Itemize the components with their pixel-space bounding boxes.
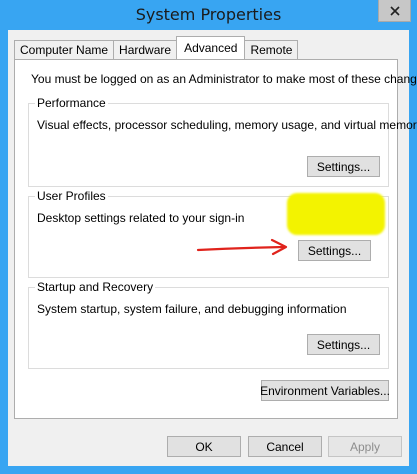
startup-recovery-label: Startup and Recovery <box>35 280 156 294</box>
performance-label: Performance <box>35 96 108 110</box>
tab-remote[interactable]: Remote <box>244 40 299 59</box>
apply-button[interactable]: Apply <box>328 436 402 457</box>
close-button[interactable] <box>378 0 411 22</box>
yellow-highlight-annotation <box>287 193 385 235</box>
window-title: System Properties <box>135 5 282 24</box>
title-bar[interactable]: System Properties <box>0 0 417 30</box>
user-profiles-description: Desktop settings related to your sign-in <box>37 211 245 225</box>
tab-advanced[interactable]: Advanced <box>176 36 246 59</box>
startup-recovery-group: Startup and Recovery System startup, sys… <box>28 280 389 369</box>
environment-variables-button[interactable]: Environment Variables... <box>260 380 390 401</box>
user-profiles-label: User Profiles <box>35 189 108 203</box>
tab-strip: Computer Name Hardware Advanced Remote <box>14 36 299 59</box>
startup-recovery-description: System startup, system failure, and debu… <box>37 302 347 316</box>
performance-settings-button[interactable]: Settings... <box>307 156 380 177</box>
tab-hardware[interactable]: Hardware <box>113 40 178 59</box>
close-icon <box>389 5 400 16</box>
ok-button[interactable]: OK <box>167 436 241 457</box>
performance-group: Performance Visual effects, processor sc… <box>28 96 417 187</box>
cancel-button[interactable]: Cancel <box>248 436 322 457</box>
user-profiles-settings-button[interactable]: Settings... <box>298 240 371 261</box>
tab-computer-name[interactable]: Computer Name <box>14 40 115 59</box>
admin-notice: You must be logged on as an Administrato… <box>31 72 417 86</box>
startup-recovery-settings-button[interactable]: Settings... <box>307 334 380 355</box>
red-arrow-annotation <box>196 238 288 256</box>
performance-description: Visual effects, processor scheduling, me… <box>37 118 417 132</box>
system-properties-window: System Properties Computer Name Hardware… <box>0 0 417 474</box>
